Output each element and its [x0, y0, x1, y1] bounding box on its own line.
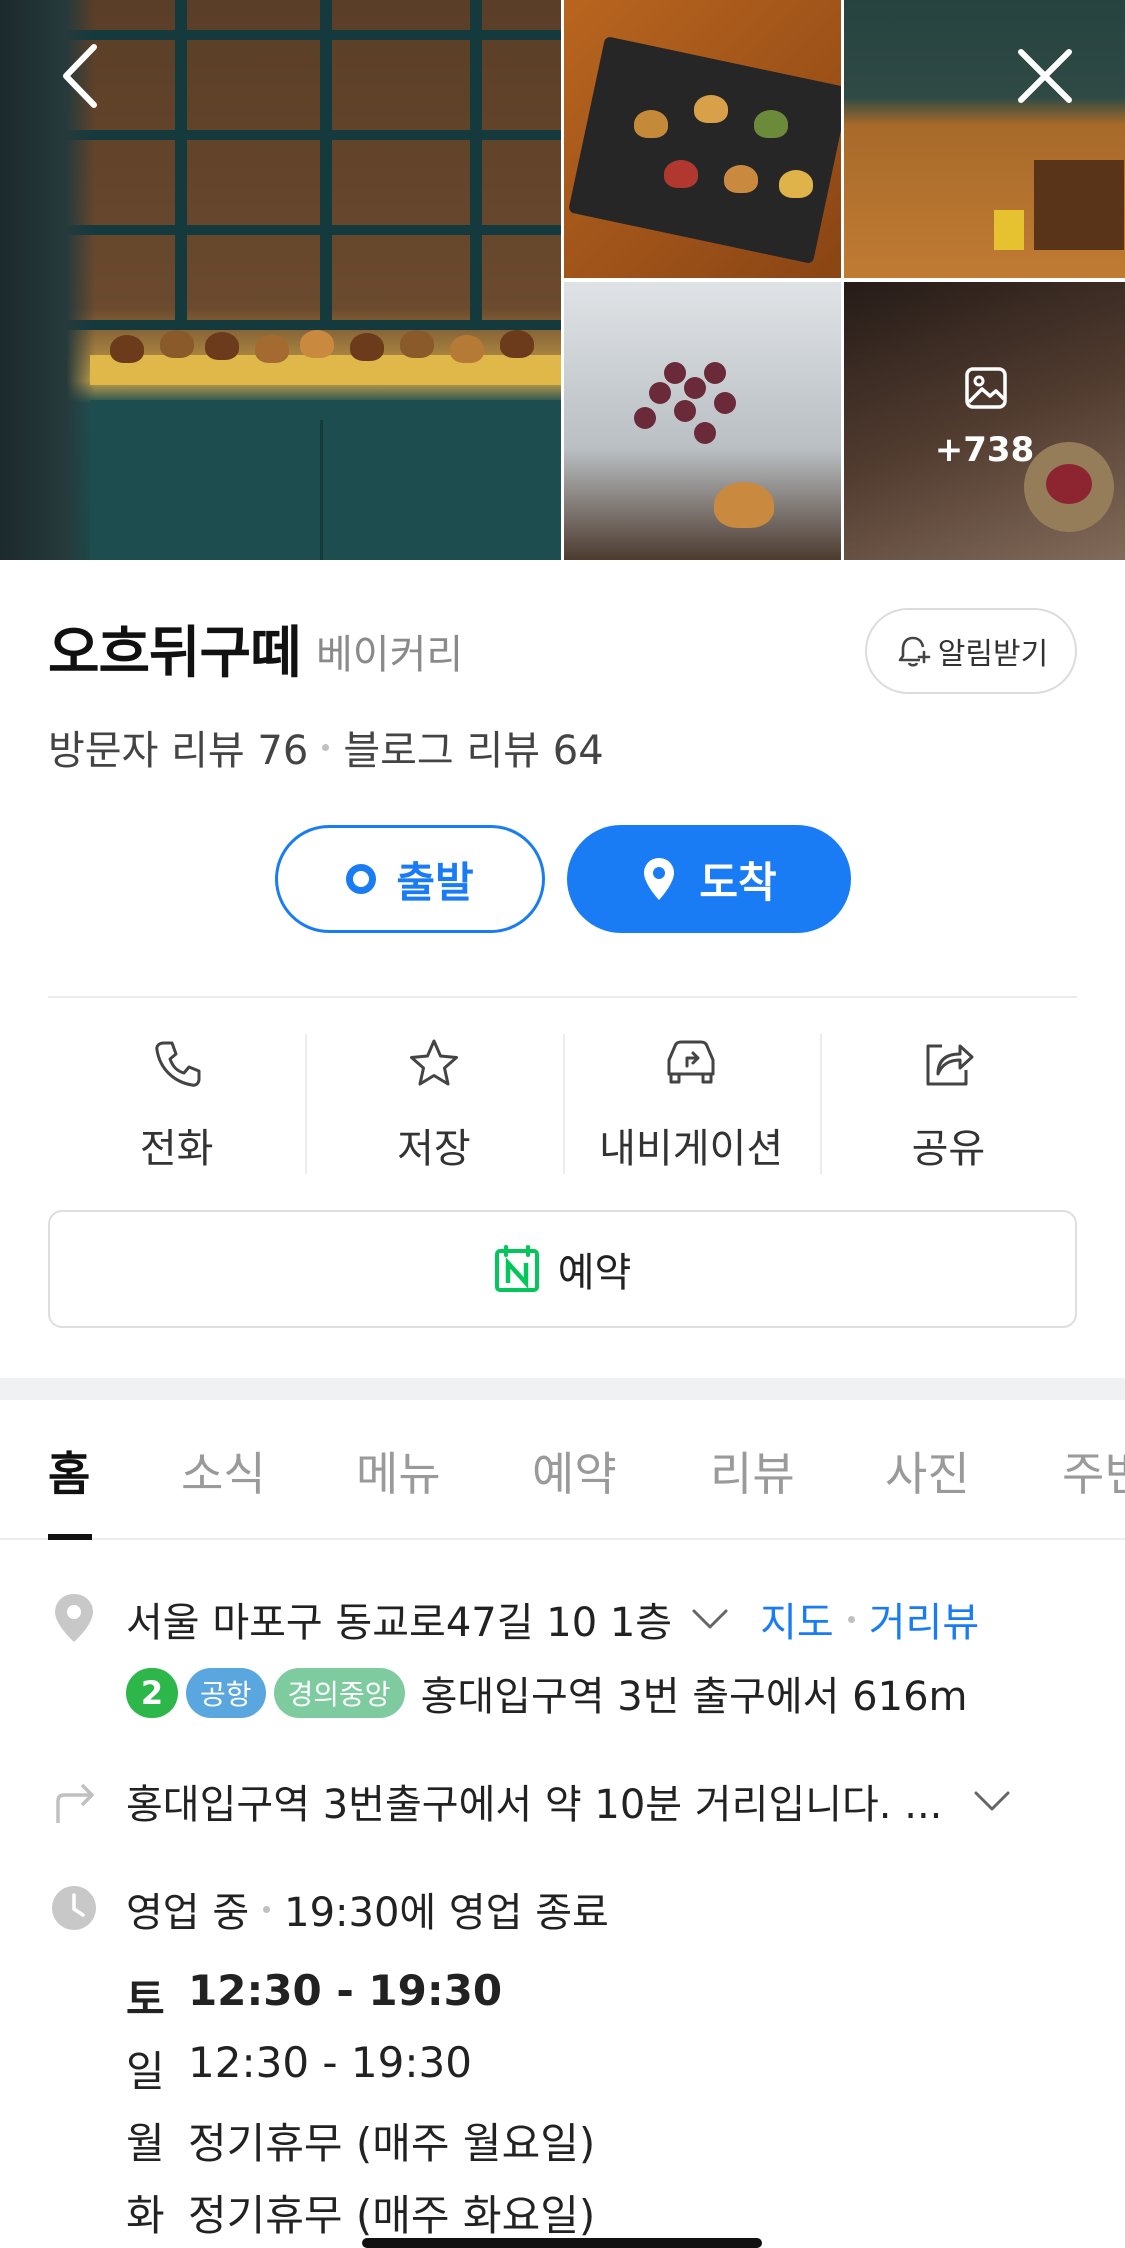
hours-day: 월	[126, 2119, 165, 2168]
tab-news[interactable]: 소식	[181, 1438, 266, 1504]
street-view-link[interactable]: 거리뷰	[869, 1590, 979, 1648]
place-name: 오흐뒤구떼	[48, 621, 302, 686]
star-icon	[409, 1039, 458, 1086]
hours-time: 12:30 - 19:30	[188, 1966, 503, 2015]
home-indicator	[362, 2238, 762, 2248]
route-start-label: 출발	[396, 857, 474, 907]
route-start-button[interactable]: 출발	[275, 825, 545, 933]
notify-label: 알림받기	[937, 637, 1049, 672]
hours-day: 토	[126, 1975, 165, 2024]
transit-row: 2 공항 경의중앙 홍대입구역 3번 출구에서 616m	[126, 1664, 967, 1722]
address-text[interactable]: 서울 마포구 동교로47길 10 1층	[126, 1590, 672, 1648]
naver-calendar-icon	[494, 1245, 539, 1292]
clock-icon	[48, 1882, 100, 1934]
phone-icon	[154, 1041, 201, 1087]
reserve-label: 예약	[557, 1250, 632, 1296]
directions-text: 홍대입구역 3번출구에서 약 10분 거리입니다. ...	[126, 1782, 943, 1828]
visitor-review-link[interactable]: 방문자 리뷰 76	[48, 718, 308, 776]
business-status-row[interactable]: 영업 중 19:30에 영업 종료	[126, 1880, 609, 1938]
map-link[interactable]: 지도	[760, 1590, 834, 1648]
tab-active-indicator	[48, 1534, 92, 1540]
tab-photo[interactable]: 사진	[885, 1438, 970, 1504]
hours-time: 정기휴무 (매주 월요일)	[188, 2119, 596, 2168]
hours-time: 정기휴무 (매주 화요일)	[188, 2191, 596, 2240]
chevron-down-icon[interactable]	[972, 1788, 1012, 1814]
navigation-car-icon	[667, 1040, 715, 1084]
review-summary: 방문자 리뷰 76 블로그 리뷰 64	[48, 718, 604, 776]
subway-line-2-badge: 2	[126, 1668, 178, 1718]
divider	[48, 996, 1077, 998]
directions-row[interactable]: 홍대입구역 3번출구에서 약 10분 거리입니다. ...	[126, 1772, 1012, 1830]
location-pin-icon	[48, 1592, 100, 1644]
route-end-button[interactable]: 도착	[567, 825, 851, 933]
photo-grapes-pastries[interactable]	[564, 282, 841, 560]
hours-day: 일	[126, 2047, 165, 2096]
close-time: 19:30에 영업 종료	[284, 1890, 609, 1936]
navigation-label: 내비게이션	[599, 1126, 784, 1172]
route-end-label: 도착	[699, 857, 777, 907]
tab-reservation[interactable]: 예약	[532, 1438, 617, 1504]
share-icon	[926, 1044, 974, 1086]
business-status: 영업 중	[126, 1890, 250, 1936]
transit-distance: 홍대입구역 3번 출구에서 616m	[420, 1674, 968, 1720]
save-button[interactable]: 저장	[305, 1034, 562, 1174]
quick-actions: 전화 저장 내비게이션 공유	[48, 1034, 1077, 1174]
reserve-button[interactable]: 예약	[48, 1210, 1077, 1328]
airport-railroad-badge: 공항	[186, 1668, 266, 1718]
back-button[interactable]	[40, 36, 120, 116]
call-button[interactable]: 전화	[48, 1034, 305, 1174]
tab-bar: 홈 소식 메뉴 예약 리뷰 사진 주변	[0, 1400, 1125, 1540]
photo-more-count: +738	[934, 430, 1035, 470]
hours-row: 일 12:30 - 19:30	[126, 2038, 472, 2099]
separator-dot	[263, 1905, 271, 1913]
photo-pastry-plate[interactable]	[564, 0, 841, 278]
chevron-left-icon	[63, 44, 97, 108]
start-point-icon	[346, 864, 377, 894]
place-category: 베이커리	[316, 632, 464, 678]
photo-gallery[interactable]: +738	[0, 0, 1125, 560]
share-button[interactable]: 공유	[819, 1034, 1077, 1174]
image-icon	[965, 367, 1007, 409]
notify-button[interactable]: 알림받기	[865, 608, 1077, 694]
tab-menu[interactable]: 메뉴	[356, 1438, 441, 1504]
separator-dot	[847, 1615, 855, 1623]
gyeongui-line-badge: 경의중앙	[273, 1668, 405, 1718]
hours-row: 월 정기휴무 (매주 월요일)	[126, 2110, 595, 2171]
hours-day: 화	[126, 2191, 165, 2240]
map-pin-icon	[644, 858, 675, 900]
call-label: 전화	[139, 1126, 214, 1172]
hours-row: 화 정기휴무 (매주 화요일)	[126, 2182, 595, 2243]
navigation-button[interactable]: 내비게이션	[562, 1034, 820, 1174]
hours-time: 12:30 - 19:30	[188, 2038, 472, 2087]
route-arrow-icon	[48, 1774, 100, 1826]
close-icon	[1018, 49, 1072, 103]
hours-row-today: 토 12:30 - 19:30	[126, 1966, 502, 2027]
save-label: 저장	[397, 1126, 471, 1172]
chevron-down-icon[interactable]	[690, 1606, 730, 1632]
tab-review[interactable]: 리뷰	[710, 1438, 795, 1504]
tab-nearby[interactable]: 주변	[1062, 1438, 1125, 1504]
close-button[interactable]	[1005, 36, 1085, 116]
address-row: 서울 마포구 동교로47길 10 1층 지도 거리뷰	[126, 1590, 979, 1648]
tab-home[interactable]: 홈	[48, 1438, 90, 1504]
separator-dot	[322, 743, 330, 751]
section-divider	[0, 1378, 1125, 1400]
photo-more[interactable]	[844, 282, 1125, 560]
share-label: 공유	[911, 1126, 986, 1172]
bell-plus-icon	[898, 636, 931, 667]
blog-review-link[interactable]: 블로그 리뷰 64	[343, 718, 603, 776]
